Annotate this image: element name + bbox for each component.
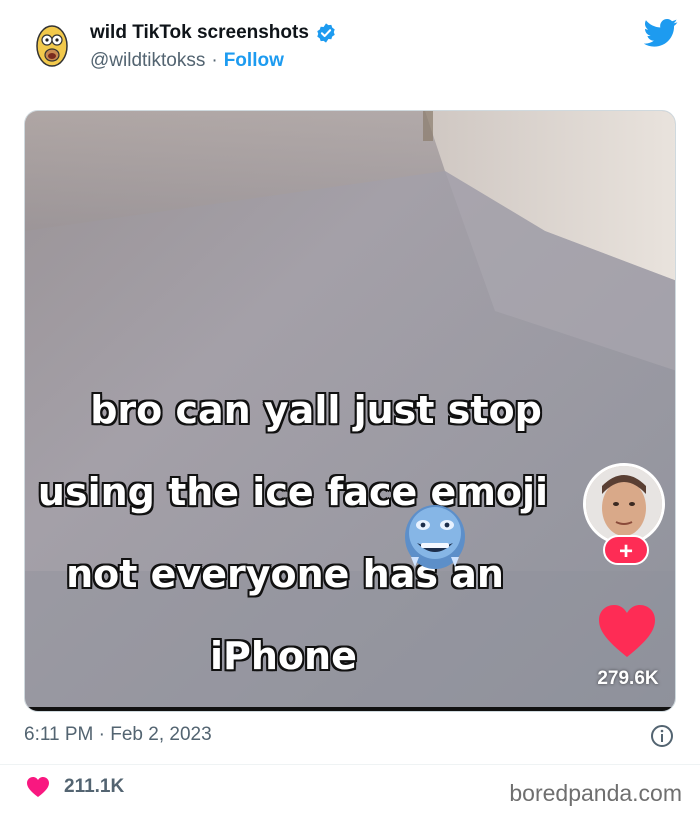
media-bottom-bar [25, 707, 675, 711]
profile-avatar[interactable] [26, 20, 78, 72]
tweet-time: 6:11 PM [24, 724, 94, 745]
caption-line: using the ice face emoji [37, 470, 549, 514]
follow-plus-button[interactable]: + [603, 535, 649, 565]
heart-icon[interactable] [26, 776, 50, 798]
follow-button[interactable]: Follow [224, 50, 284, 72]
heart-icon[interactable] [597, 603, 657, 659]
footer-divider [0, 764, 700, 765]
author-handle[interactable]: @wildtiktokss [90, 50, 205, 72]
handle-row: @wildtiktokss · Follow [90, 50, 284, 72]
tweet-date: Feb 2, 2023 [110, 724, 212, 745]
caption-line: iPhone [210, 634, 357, 678]
cartoon-avatar-icon [26, 20, 78, 72]
ice-face-emoji-icon [405, 505, 465, 569]
creator-avatar-icon [586, 466, 662, 542]
display-name[interactable]: wild TikTok screenshots [90, 22, 309, 44]
video-like-count: 279.6K [597, 668, 659, 689]
like-count: 211.1K [64, 776, 125, 797]
separator-dot: · [98, 724, 105, 745]
info-icon[interactable] [650, 724, 674, 748]
tweet-media-image[interactable]: bro can yall just stop using the ice fac… [24, 110, 676, 712]
caption-line: not everyone has an [66, 552, 504, 596]
caption-line: bro can yall just stop [90, 388, 542, 432]
tweet-card: wild TikTok screenshots @wildtiktokss · … [0, 0, 700, 815]
like-action[interactable]: 211.1K [26, 776, 124, 798]
tweet-timestamp[interactable]: 6:11 PM · Feb 2, 2023 [24, 724, 212, 746]
creator-avatar[interactable] [583, 463, 665, 545]
creator-profile[interactable]: + [583, 463, 665, 565]
twitter-bird-icon[interactable] [644, 18, 678, 48]
video-caption: bro can yall just stop using the ice fac… [25, 369, 585, 697]
verified-badge-icon [317, 23, 335, 43]
author-name-row[interactable]: wild TikTok screenshots [90, 22, 337, 44]
watermark: boredpanda.com [509, 780, 682, 806]
separator-dot: · [211, 50, 218, 71]
